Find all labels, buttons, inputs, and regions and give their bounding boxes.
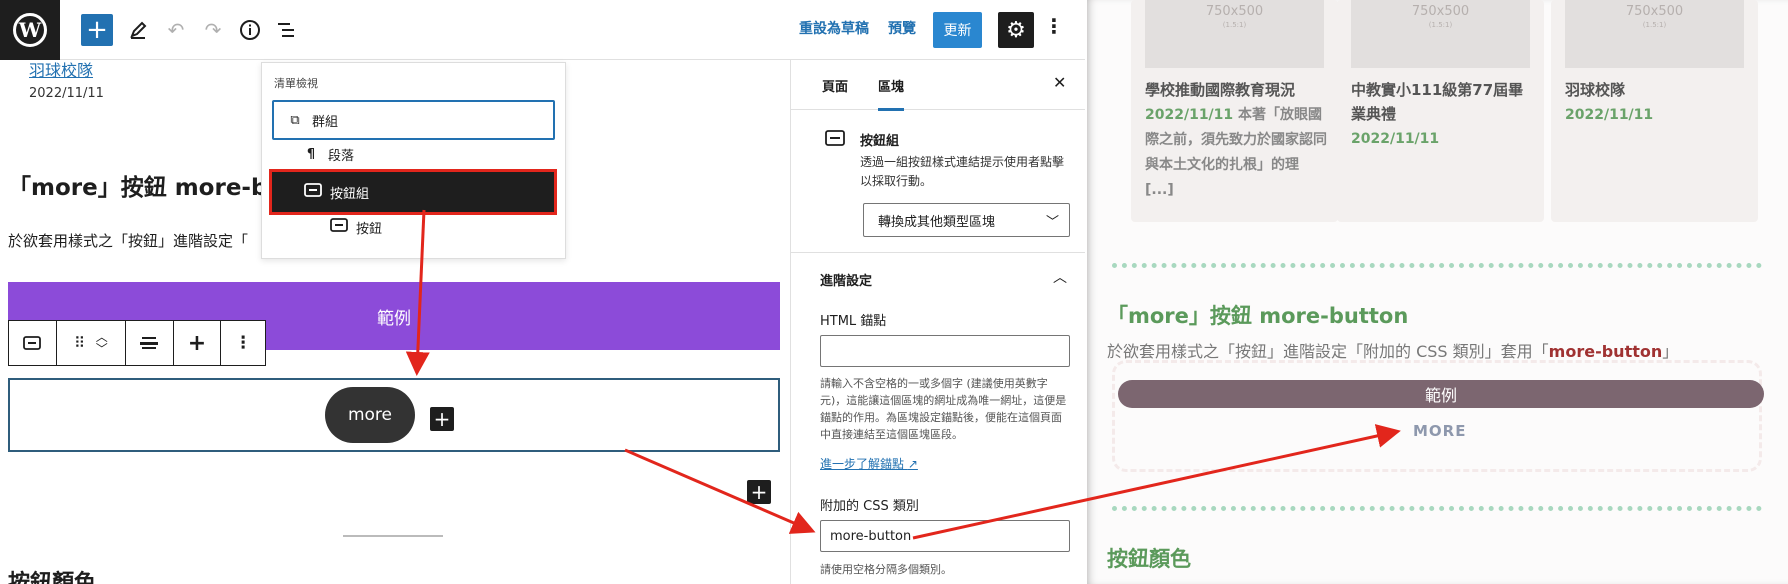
block-card: 按鈕組 透過一組按鈕樣式連結提示使用者點擊以採取行動。 轉換成其他類型區塊 ﹀ <box>791 110 1085 253</box>
block-toolbar: ⠿ ︿ ﹀ + ⋮ <box>8 320 266 366</box>
post-card[interactable]: 750x500 (1.5:1) 學校推動國際教育現況 2022/11/11 本著「… <box>1131 0 1338 222</box>
css-class-help-text: 請使用空格分隔多個類別。 <box>820 563 952 576</box>
drag-move-handle[interactable]: ⠿ ︿ ﹀ <box>57 321 127 365</box>
post-card[interactable]: 750x500 (1.5:1) 羽球校隊 2022/11/11 <box>1551 0 1758 222</box>
settings-gear-icon[interactable]: ⚙ <box>998 12 1034 48</box>
drag-handle-icon[interactable]: ⠿ <box>74 334 85 352</box>
block-type-buttons-icon[interactable] <box>9 321 57 365</box>
buttons-icon <box>302 183 324 201</box>
thumbnail-placeholder: 750x500 (1.5:1) <box>1565 0 1744 68</box>
settings-sidebar: 頁面 區塊 ✕ 按鈕組 透過一組按鈕樣式連結提示使用者點擊以採取行動。 轉換成其… <box>790 60 1085 584</box>
list-view-icon[interactable] <box>270 14 302 46</box>
block-card-description: 透過一組按鈕樣式連結提示使用者點擊以採取行動。 <box>860 155 1065 188</box>
tab-block[interactable]: 區塊 <box>878 76 905 111</box>
button-color-heading[interactable]: 按鈕顏色 <box>8 565 96 584</box>
dotted-divider <box>1112 263 1762 268</box>
preview-paragraph: 於欲套用樣式之「按鈕」進階設定「附加的 CSS 類別」套用「more-butto… <box>1107 342 1679 361</box>
post-card-title[interactable]: 學校推動國際教育現況 2022/11/11 本著「放眼國際之前，須先致力於國家認… <box>1145 78 1327 202</box>
advanced-panel-title[interactable]: 進階設定 <box>820 270 872 289</box>
list-item-label: 按鈕組 <box>330 186 370 202</box>
preview-more-link[interactable]: MORE <box>1413 422 1466 440</box>
block-editor: W + ↶ ↷ 重設為草稿 預覽 更新 ⚙ ⋮ 羽球校隊 2022/11/11 … <box>0 0 1085 584</box>
preview-example-button[interactable]: 範例 <box>1118 380 1764 408</box>
editor-top-toolbar: W + ↶ ↷ 重設為草稿 預覽 更新 ⚙ ⋮ <box>0 0 1085 60</box>
info-icon[interactable] <box>234 14 266 46</box>
add-block-button[interactable]: + <box>81 14 113 46</box>
css-class-input[interactable]: more-button <box>820 520 1070 552</box>
more-button[interactable]: more <box>325 387 415 443</box>
move-up-down-icon[interactable]: ︿ ﹀ <box>96 331 108 355</box>
list-view-title: 清單檢視 <box>274 77 318 90</box>
redo-icon[interactable]: ↷ <box>197 14 229 46</box>
wordpress-logo-button[interactable]: W <box>0 0 60 60</box>
button-icon <box>328 218 350 236</box>
block-card-title: 按鈕組 <box>860 134 900 149</box>
preview-button-group-box <box>1112 360 1762 472</box>
transform-block-select[interactable]: 轉換成其他類型區塊 ﹀ <box>863 203 1070 237</box>
list-item-label: 段落 <box>328 148 355 164</box>
wordpress-logo-icon: W <box>13 13 47 47</box>
list-item-buttons[interactable]: 按鈕組 <box>269 169 557 215</box>
chevron-down-icon: ﹀ <box>1045 215 1059 230</box>
sidebar-tabs: 頁面 區塊 ✕ <box>791 60 1085 111</box>
post-card-title[interactable]: 中教實小111級第77屆畢業典禮 2022/11/11 <box>1351 78 1533 151</box>
buttons-block-icon <box>825 130 845 150</box>
anchor-label: HTML 錨點 <box>820 314 887 329</box>
post-card-title[interactable]: 羽球校隊 2022/11/11 <box>1565 78 1747 127</box>
thumbnail-placeholder: 750x500 (1.5:1) <box>1351 0 1530 68</box>
switch-to-draft-button[interactable]: 重設為草稿 <box>799 18 869 38</box>
post-date: 2022/11/11 <box>29 86 104 101</box>
preview-button-color-heading: 按鈕顏色 <box>1107 547 1191 571</box>
block-options-icon[interactable]: ⋮ <box>221 321 265 365</box>
preview-button[interactable]: 預覽 <box>888 18 916 38</box>
list-item-paragraph[interactable]: ¶ 段落 <box>272 136 556 172</box>
css-class-label: 附加的 CSS 類別 <box>820 499 919 514</box>
external-link-icon: ↗ <box>907 457 918 471</box>
section-paragraph[interactable]: 於欲套用樣式之「按鈕」進階設定「 <box>8 230 248 251</box>
update-button[interactable]: 更新 <box>933 12 982 48</box>
frontend-preview: 750x500 (1.5:1) 學校推動國際教育現況 2022/11/11 本著「… <box>1087 0 1788 584</box>
undo-icon[interactable]: ↶ <box>160 14 192 46</box>
list-item-label: 按鈕 <box>356 221 383 237</box>
block-inserter-button[interactable]: + <box>747 480 771 504</box>
transform-label: 轉換成其他類型區塊 <box>878 214 996 230</box>
list-item-label: 群組 <box>312 114 339 130</box>
separator-block[interactable] <box>343 535 443 537</box>
post-title-link[interactable]: 羽球校隊 <box>29 57 93 81</box>
preview-heading: 「more」按鈕 more-button <box>1107 304 1409 328</box>
paragraph-icon: ¶ <box>306 146 316 162</box>
group-icon: ⧉ <box>290 112 300 128</box>
justify-icon[interactable] <box>126 321 174 365</box>
close-icon[interactable]: ✕ <box>1053 73 1066 92</box>
inline-add-button[interactable]: + <box>430 407 454 431</box>
anchor-help-text: 請輸入不含空格的一或多個字 (建議使用英數字元)，這能讓這個區塊的網址成為唯一網… <box>820 377 1067 441</box>
dotted-divider <box>1112 506 1762 511</box>
anchor-input[interactable] <box>820 335 1070 367</box>
chevron-up-icon[interactable]: ︿ <box>1053 267 1067 287</box>
tab-page[interactable]: 頁面 <box>822 76 848 95</box>
thumbnail-placeholder: 750x500 (1.5:1) <box>1145 0 1324 68</box>
pencil-icon[interactable] <box>122 14 154 46</box>
add-button-icon[interactable]: + <box>174 321 222 365</box>
list-item-button[interactable]: 按鈕 <box>272 208 556 246</box>
post-card[interactable]: 750x500 (1.5:1) 中教實小111級第77屆畢業典禮 2022/11/… <box>1337 0 1544 222</box>
more-options-icon[interactable]: ⋮ <box>1044 14 1064 38</box>
list-item-group[interactable]: ⧉ 群組 <box>272 100 555 140</box>
anchor-learn-more-link[interactable]: 進一步了解錨點 ↗ <box>820 455 918 472</box>
